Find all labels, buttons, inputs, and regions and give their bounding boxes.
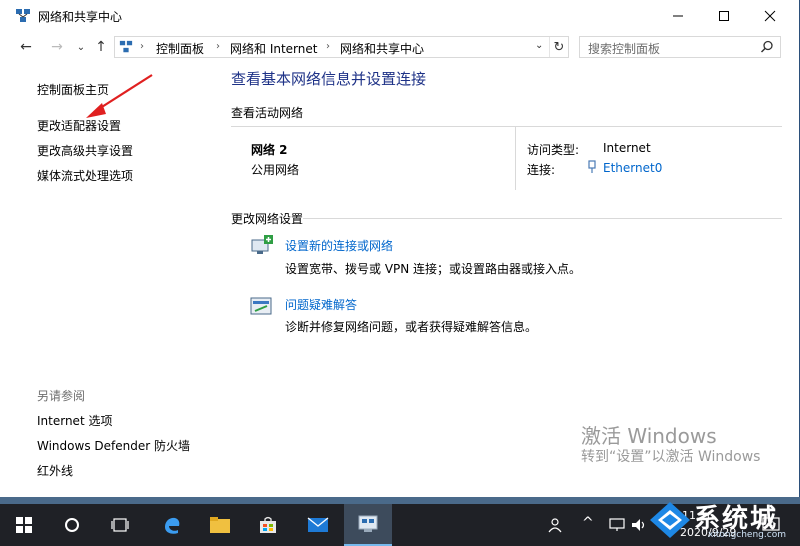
address-dropdown-icon[interactable]: ⌄: [535, 40, 543, 51]
minimize-button[interactable]: [655, 0, 701, 31]
refresh-icon: ↻: [553, 39, 565, 55]
page-title: 查看基本网络信息并设置连接: [231, 70, 427, 88]
recent-locations-button[interactable]: ⌄: [72, 37, 90, 57]
title-bar[interactable]: 网络和共享中心: [0, 0, 800, 31]
breadcrumb-separator-icon[interactable]: ›: [216, 41, 220, 52]
forward-button[interactable]: →: [48, 37, 66, 57]
link-internet-options[interactable]: Internet 选项: [37, 412, 112, 429]
new-connection-icon: [251, 235, 273, 254]
maximize-button[interactable]: [701, 0, 747, 31]
link-windows-defender-firewall[interactable]: Windows Defender 防火墙: [37, 437, 190, 454]
close-icon: [764, 10, 776, 21]
annotation-arrow-icon: [86, 74, 153, 118]
search-placeholder: 搜索控制面板: [588, 42, 661, 56]
forward-arrow-icon: →: [51, 39, 63, 55]
store-button[interactable]: [244, 504, 292, 546]
control-panel-icon: [358, 515, 378, 532]
control-panel-taskbar-button[interactable]: [344, 504, 392, 546]
people-icon[interactable]: [548, 517, 566, 533]
tray-overflow-chevron-icon[interactable]: ^: [582, 515, 594, 531]
access-type-label: 访问类型:: [527, 143, 580, 157]
control-panel-window: 网络和共享中心 ← → ⌄ ↑ › 控制面板 › 网络和 Internet › …: [0, 0, 800, 497]
network-center-icon: [16, 9, 30, 22]
edge-browser-button[interactable]: [148, 504, 196, 546]
site-brand-url: xitongcheng.com: [708, 530, 786, 540]
site-logo-icon: [650, 502, 690, 538]
network-name: 网络 2: [251, 143, 288, 157]
window-title: 网络和共享中心: [38, 10, 123, 24]
maximize-icon: [719, 10, 729, 21]
section-divider: [231, 126, 782, 127]
link-change-advanced-sharing[interactable]: 更改高级共享设置: [37, 142, 133, 159]
folder-icon: [210, 517, 230, 533]
network-tray-icon[interactable]: [609, 518, 625, 532]
section-divider: [303, 218, 782, 219]
connection-label: 连接:: [527, 163, 556, 177]
back-button[interactable]: ←: [17, 37, 35, 57]
windows-logo-icon: [16, 517, 32, 533]
link-infrared[interactable]: 红外线: [37, 462, 73, 479]
breadcrumb-separator-icon[interactable]: ›: [140, 41, 144, 52]
link-media-streaming[interactable]: 媒体流式处理选项: [37, 167, 133, 184]
mail-button[interactable]: [294, 504, 342, 546]
activate-windows-hint: 转到“设置”以激活 Windows: [581, 449, 761, 465]
close-button[interactable]: [747, 0, 793, 31]
address-row: ← → ⌄ ↑ › 控制面板 › 网络和 Internet › 网络和共享中心 …: [0, 33, 800, 61]
troubleshoot-desc: 诊断并修复网络问题，或者获得疑难解答信息。: [285, 320, 538, 334]
edge-icon: [165, 517, 180, 534]
task-view-button[interactable]: [96, 504, 144, 546]
access-type-value: Internet: [603, 141, 651, 155]
setup-new-connection-desc: 设置宽带、拨号或 VPN 连接；或设置路由器或接入点。: [285, 262, 582, 276]
control-panel-icon: [119, 40, 133, 53]
up-arrow-icon: ↑: [95, 39, 107, 55]
task-view-icon: [111, 518, 129, 532]
network-info-divider: [515, 126, 516, 190]
left-navigation-pane: 控制面板主页 更改适配器设置 更改高级共享设置 媒体流式处理选项 另请参阅 In…: [0, 62, 215, 497]
breadcrumb-network-internet[interactable]: 网络和 Internet: [230, 40, 317, 57]
mail-icon: [307, 517, 329, 532]
back-arrow-icon: ←: [20, 39, 32, 55]
address-bar[interactable]: › 控制面板 › 网络和 Internet › 网络和共享中心 ⌄ ↻: [114, 36, 569, 58]
troubleshoot-icon: [250, 297, 272, 315]
breadcrumb-separator-icon[interactable]: ›: [326, 41, 330, 52]
minimize-icon: [673, 15, 683, 16]
ethernet-connection-link[interactable]: Ethernet0: [603, 161, 662, 175]
ethernet-icon: [588, 160, 596, 173]
volume-icon[interactable]: [631, 518, 647, 532]
breadcrumb-control-panel[interactable]: 控制面板: [156, 40, 204, 57]
store-bag-icon: [260, 516, 276, 533]
chevron-down-icon: ⌄: [76, 41, 86, 53]
setup-new-connection-link[interactable]: 设置新的连接或网络: [285, 237, 393, 254]
search-icon[interactable]: [760, 40, 774, 54]
network-type: 公用网络: [251, 163, 300, 177]
cortana-search-button[interactable]: [48, 504, 96, 546]
refresh-button[interactable]: ↻: [549, 37, 568, 57]
up-button[interactable]: ↑: [92, 37, 110, 57]
start-button[interactable]: [0, 504, 48, 546]
see-also-title: 另请参阅: [37, 389, 86, 403]
site-watermark: 系统城 xitongcheng.com: [648, 496, 798, 544]
file-explorer-button[interactable]: [196, 504, 244, 546]
active-networks-header: 查看活动网络: [231, 106, 304, 120]
troubleshoot-link[interactable]: 问题疑难解答: [285, 296, 357, 313]
breadcrumb-network-center[interactable]: 网络和共享中心: [340, 40, 424, 57]
cortana-circle-icon: [65, 518, 79, 532]
activate-windows-title: 激活 Windows: [581, 424, 717, 448]
change-settings-header: 更改网络设置: [231, 212, 304, 226]
search-input[interactable]: 搜索控制面板: [579, 36, 781, 58]
